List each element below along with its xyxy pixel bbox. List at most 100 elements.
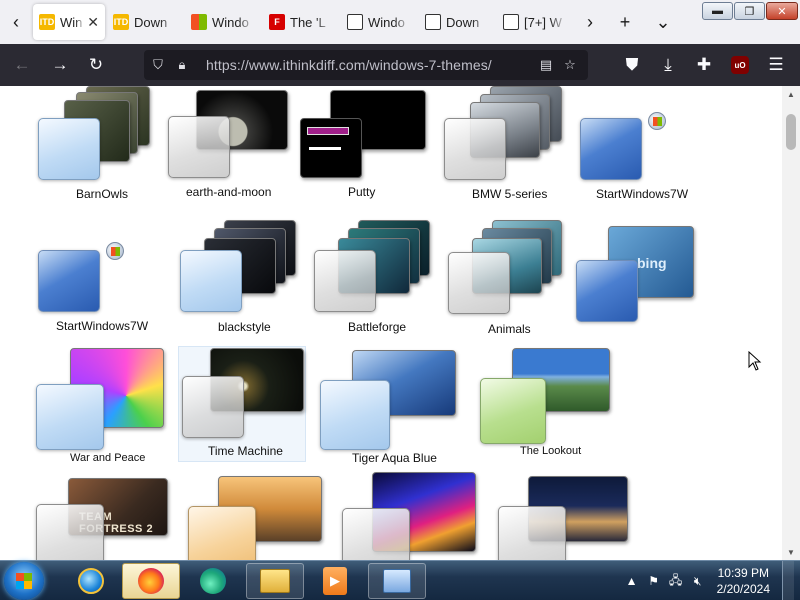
tab-6[interactable]: ▥ Down bbox=[419, 4, 495, 40]
archive-icon: ▥ bbox=[347, 14, 363, 30]
tab-1[interactable]: ITD Win ✕ bbox=[33, 4, 105, 40]
bing-logo: bing bbox=[637, 255, 667, 271]
theme-tiger-aqua-blue[interactable]: Tiger Aqua Blue bbox=[318, 348, 458, 468]
tab-strip: ‹ ITD Win ✕ ITD Down Windo F The 'L ▥ Wi… bbox=[0, 0, 800, 44]
back-button[interactable]: ← bbox=[4, 44, 40, 86]
theme-sunset-beach[interactable] bbox=[186, 476, 336, 560]
theme-barnowls[interactable]: BarnOwls bbox=[36, 86, 166, 206]
network-icon[interactable]: 🖧︎ bbox=[665, 561, 687, 600]
theme-city-night[interactable] bbox=[496, 476, 646, 560]
control-panel-icon bbox=[383, 569, 411, 593]
theme-glass-preview bbox=[498, 506, 566, 560]
clock-date: 2/20/2024 bbox=[716, 582, 770, 596]
clock-time: 10:39 PM bbox=[717, 566, 769, 580]
taskbar-edge[interactable] bbox=[184, 563, 242, 599]
theme-glass-preview bbox=[314, 250, 376, 312]
downloads-icon[interactable]: ⤓ bbox=[650, 44, 686, 86]
windows-badge-icon bbox=[648, 112, 666, 130]
page-content: BarnOwls earth-and-moon Putty BMW 5-seri… bbox=[0, 86, 782, 560]
tab-4[interactable]: F The 'L bbox=[263, 4, 339, 40]
close-tab-icon[interactable]: ✕ bbox=[87, 14, 99, 31]
new-tab-button[interactable]: + bbox=[606, 0, 644, 44]
internet-explorer-icon bbox=[78, 568, 104, 594]
theme-glass-preview bbox=[188, 506, 256, 560]
reload-button[interactable]: ↻ bbox=[78, 44, 114, 86]
restore-button[interactable]: ❐ bbox=[734, 2, 765, 20]
taskbar-ie[interactable] bbox=[62, 563, 120, 599]
volume-muted-icon[interactable]: 🔇︎ bbox=[687, 561, 709, 600]
mouse-cursor-icon bbox=[748, 351, 762, 371]
action-center-flag-icon[interactable]: ⚑ bbox=[643, 561, 665, 600]
scroll-up-arrow[interactable]: ▲ bbox=[782, 86, 800, 102]
tab-2[interactable]: ITD Down bbox=[107, 4, 183, 40]
theme-bing[interactable]: bing bbox=[574, 224, 704, 344]
taskbar-media-player[interactable]: ▶ bbox=[306, 563, 364, 599]
ublock-icon: uO bbox=[731, 56, 749, 74]
tab-scroll-left-button[interactable]: ‹ bbox=[0, 0, 32, 44]
ublock-button[interactable]: uO bbox=[722, 44, 758, 86]
theme-startwindows7w-1[interactable]: StartWindows7W bbox=[578, 86, 708, 206]
theme-putty[interactable]: Putty bbox=[298, 86, 428, 206]
theme-bmw-5-series[interactable]: BMW 5-series bbox=[444, 86, 574, 206]
windows-logo-icon bbox=[16, 573, 32, 589]
theme-glass-preview bbox=[448, 252, 510, 314]
scrollbar-thumb[interactable] bbox=[786, 114, 796, 150]
clock[interactable]: 10:39 PM 2/20/2024 bbox=[717, 565, 770, 597]
theme-team-fortress-2[interactable]: TEAM FORTRESS 2 bbox=[34, 476, 184, 560]
theme-neon-lights[interactable] bbox=[340, 472, 490, 560]
reader-view-icon[interactable]: ▤ bbox=[534, 50, 558, 80]
theme-the-lookout[interactable]: The Lookout bbox=[478, 348, 618, 468]
pocket-icon[interactable]: ⛊ bbox=[614, 44, 650, 86]
theme-glass-preview bbox=[182, 376, 244, 438]
taskbar-firefox[interactable] bbox=[122, 563, 180, 599]
media-player-icon: ▶ bbox=[323, 567, 347, 595]
menu-icon[interactable]: ☰ bbox=[758, 44, 794, 86]
tab-7[interactable]: ▥ [7+] W bbox=[497, 4, 573, 40]
taskbar-explorer[interactable] bbox=[246, 563, 304, 599]
page-scrollbar[interactable]: ▲ ▼ bbox=[782, 86, 800, 560]
theme-glass-preview bbox=[320, 380, 390, 450]
forward-button[interactable]: → bbox=[42, 44, 78, 86]
url-bar[interactable]: ⛉ 🔒︎ https://www.ithinkdiff.com/windows-… bbox=[144, 50, 588, 80]
list-tabs-button[interactable]: ⌄ bbox=[644, 0, 682, 44]
theme-glass-preview bbox=[36, 384, 104, 450]
theme-glass-preview bbox=[342, 508, 410, 560]
theme-glass-preview bbox=[38, 118, 100, 180]
archive-icon: ▥ bbox=[503, 14, 519, 30]
windows-badge-icon bbox=[106, 242, 124, 260]
url-text[interactable]: https://www.ithinkdiff.com/windows-7-the… bbox=[206, 57, 492, 73]
close-window-button[interactable]: ✕ bbox=[766, 2, 798, 20]
theme-glass-preview bbox=[444, 118, 506, 180]
navigation-toolbar: ← → ↻ ⛉ 🔒︎ https://www.ithinkdiff.com/wi… bbox=[0, 44, 800, 86]
firefox-icon bbox=[138, 568, 164, 594]
scroll-down-arrow[interactable]: ▼ bbox=[782, 544, 800, 560]
bookmark-star-icon[interactable]: ☆ bbox=[558, 50, 582, 80]
theme-blackstyle[interactable]: blackstyle bbox=[178, 216, 308, 336]
theme-battleforge[interactable]: Battleforge bbox=[312, 216, 442, 336]
theme-animals[interactable]: Animals bbox=[446, 216, 576, 336]
theme-time-machine[interactable]: Time Machine bbox=[182, 348, 312, 468]
theme-glass-preview bbox=[180, 250, 242, 312]
theme-glass-preview bbox=[580, 118, 642, 180]
theme-startwindows7w-2[interactable]: StartWindows7W bbox=[36, 224, 166, 344]
taskbar: ▶ ▲ ⚑ 🖧︎ 🔇︎ 10:39 PM 2/20/2024 bbox=[0, 560, 800, 600]
show-desktop-button[interactable] bbox=[782, 561, 794, 600]
minimize-button[interactable]: ▬ bbox=[702, 2, 733, 20]
red-f-icon: F bbox=[269, 14, 285, 30]
theme-glass-preview bbox=[36, 504, 104, 560]
start-button[interactable] bbox=[4, 562, 44, 600]
tab-3[interactable]: Windo bbox=[185, 4, 261, 40]
theme-glass-preview bbox=[480, 378, 546, 444]
extensions-icon[interactable]: ✚ bbox=[686, 44, 722, 86]
theme-war-and-peace[interactable]: War and Peace bbox=[34, 344, 174, 468]
theme-earth-and-moon[interactable]: earth-and-moon bbox=[166, 86, 296, 206]
windows-icon bbox=[191, 14, 207, 30]
show-hidden-icons-button[interactable]: ▲ bbox=[621, 561, 643, 600]
tab-scroll-right-button[interactable]: › bbox=[574, 0, 606, 44]
taskbar-control-panel[interactable] bbox=[368, 563, 426, 599]
theme-glass-preview bbox=[576, 260, 638, 322]
theme-glass-preview bbox=[168, 116, 230, 178]
tab-5[interactable]: ▥ Windo bbox=[341, 4, 417, 40]
shield-icon[interactable]: ⛉ bbox=[146, 50, 170, 80]
lock-icon[interactable]: 🔒︎ bbox=[170, 50, 194, 80]
